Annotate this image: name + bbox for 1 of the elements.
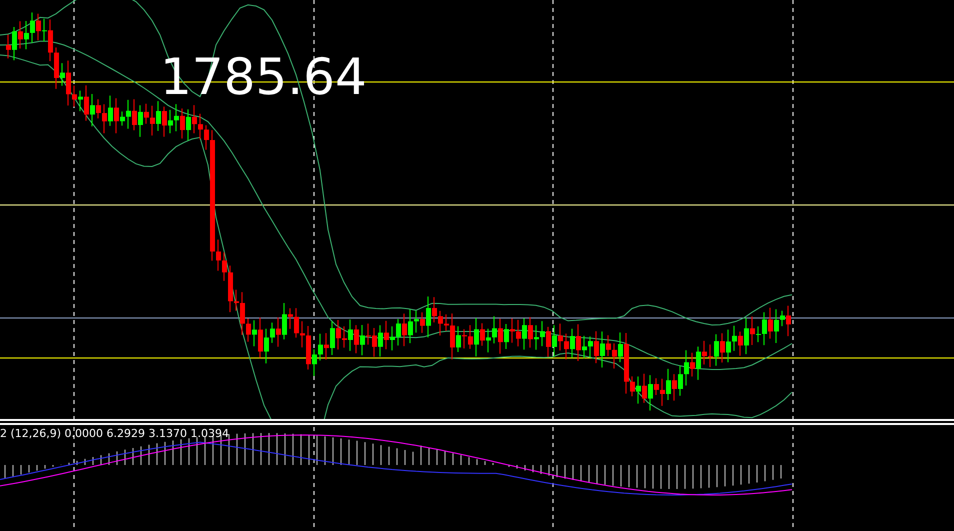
indicator-label: 2 (12,26,9) 0.0000 6.2929 3.1370 1.0394 <box>0 427 230 440</box>
